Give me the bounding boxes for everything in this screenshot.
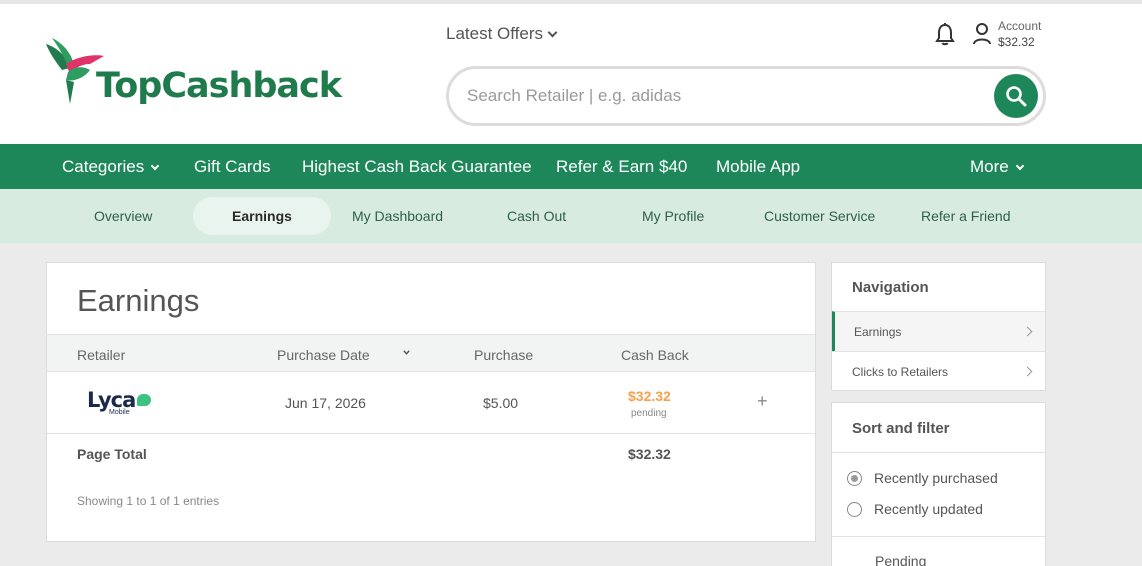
column-purchase-date[interactable]: Purchase Date (277, 347, 370, 363)
side-nav-earnings[interactable]: Earnings (832, 311, 1045, 351)
side-nav-clicks-to-retailers[interactable]: Clicks to Retailers (832, 351, 1045, 391)
tab-my-profile[interactable]: My Profile (642, 208, 704, 224)
logo-wordmark: TopCashback (96, 66, 342, 106)
sort-filter-title: Sort and filter (852, 420, 950, 437)
navigation-panel: Navigation Earnings Clicks to Retailers (831, 262, 1046, 391)
side-nav-clicks-label: Clicks to Retailers (852, 365, 949, 379)
nav-more[interactable]: More (970, 157, 1024, 177)
filter-pending[interactable]: Pending (875, 553, 926, 566)
radio-selected[interactable] (847, 470, 862, 486)
chevron-down-icon (150, 161, 160, 170)
radio-unselected[interactable] (847, 501, 862, 517)
navigation-title: Navigation (852, 279, 929, 296)
chevron-down-icon (547, 27, 558, 37)
lyca-mobile-logo: Lyca Mobile (87, 388, 157, 418)
search-icon (1006, 86, 1027, 107)
sort-recently-updated[interactable]: Recently updated (847, 501, 983, 517)
tab-refer-a-friend[interactable]: Refer a Friend (921, 208, 1010, 224)
topcashback-logo[interactable]: TopCashback (44, 34, 342, 114)
search-button[interactable] (994, 74, 1038, 118)
divider (832, 452, 1045, 453)
sort-recently-purchased[interactable]: Recently purchased (847, 470, 998, 486)
nav-gift-cards[interactable]: Gift Cards (194, 157, 271, 177)
hummingbird-icon (46, 38, 104, 104)
search-bar (446, 66, 1046, 126)
sort-filter-panel: Sort and filter Recently purchased Recen… (831, 402, 1046, 566)
cash-back-status: pending (631, 408, 667, 419)
site-header: TopCashback Latest Offers Account $32.32 (0, 0, 1142, 144)
tab-earnings[interactable]: Earnings (193, 197, 331, 235)
tab-my-dashboard[interactable]: My Dashboard (352, 208, 443, 224)
sort-option-label: Recently purchased (874, 470, 998, 486)
divider (832, 536, 1045, 537)
column-purchase: Purchase (474, 347, 534, 363)
search-input[interactable] (467, 83, 967, 109)
account-link[interactable]: Account (998, 19, 1041, 33)
column-cash-back: Cash Back (621, 347, 689, 363)
chevron-right-icon (1022, 326, 1033, 337)
user-icon[interactable] (972, 22, 992, 46)
bell-icon[interactable] (934, 22, 956, 46)
purchase-amount-cell: $5.00 (483, 395, 519, 411)
page-title: Earnings (77, 283, 200, 318)
latest-offers-label: Latest Offers (446, 24, 544, 43)
nav-categories[interactable]: Categories (62, 157, 160, 177)
nav-more-label: More (970, 157, 1009, 176)
chevron-right-icon (1022, 366, 1033, 377)
sort-option-label: Recently updated (874, 501, 983, 517)
nav-categories-label: Categories (62, 157, 145, 176)
main-nav: Categories Gift Cards Highest Cash Back … (0, 144, 1142, 189)
page-total-label: Page Total (77, 446, 147, 462)
page-total-value: $32.32 (628, 446, 671, 462)
lyca-logo-sub: Mobile (109, 409, 130, 416)
tab-customer-service[interactable]: Customer Service (764, 208, 875, 224)
cash-back-amount: $32.32 (628, 388, 671, 404)
tab-cash-out[interactable]: Cash Out (507, 208, 566, 224)
chevron-down-icon (1015, 161, 1024, 170)
purchase-date-cell: Jun 17, 2026 (285, 395, 366, 411)
earnings-card: Earnings Retailer Purchase Date Purchase… (46, 262, 816, 542)
account-sub-nav: Overview Earnings My Dashboard Cash Out … (0, 189, 1142, 243)
table-row[interactable]: Lyca Mobile Jun 17, 2026 $5.00 $32.32 pe… (47, 372, 815, 434)
expand-row-icon[interactable]: + (757, 391, 768, 412)
column-retailer: Retailer (77, 347, 126, 363)
nav-refer-earn[interactable]: Refer & Earn $40 (556, 157, 687, 177)
nav-cash-back-guarantee[interactable]: Highest Cash Back Guarantee (302, 157, 532, 177)
side-nav-earnings-label: Earnings (854, 325, 902, 339)
nav-mobile-app[interactable]: Mobile App (716, 157, 800, 177)
sort-chevron-icon[interactable] (403, 349, 410, 356)
entries-count: Showing 1 to 1 of 1 entries (77, 494, 220, 508)
latest-offers-dropdown[interactable]: Latest Offers (446, 24, 558, 44)
account-balance: $32.32 (998, 35, 1035, 49)
leaf-icon (137, 394, 151, 406)
tab-overview[interactable]: Overview (94, 208, 152, 224)
table-header: Retailer Purchase Date Purchase Cash Bac… (47, 334, 815, 372)
